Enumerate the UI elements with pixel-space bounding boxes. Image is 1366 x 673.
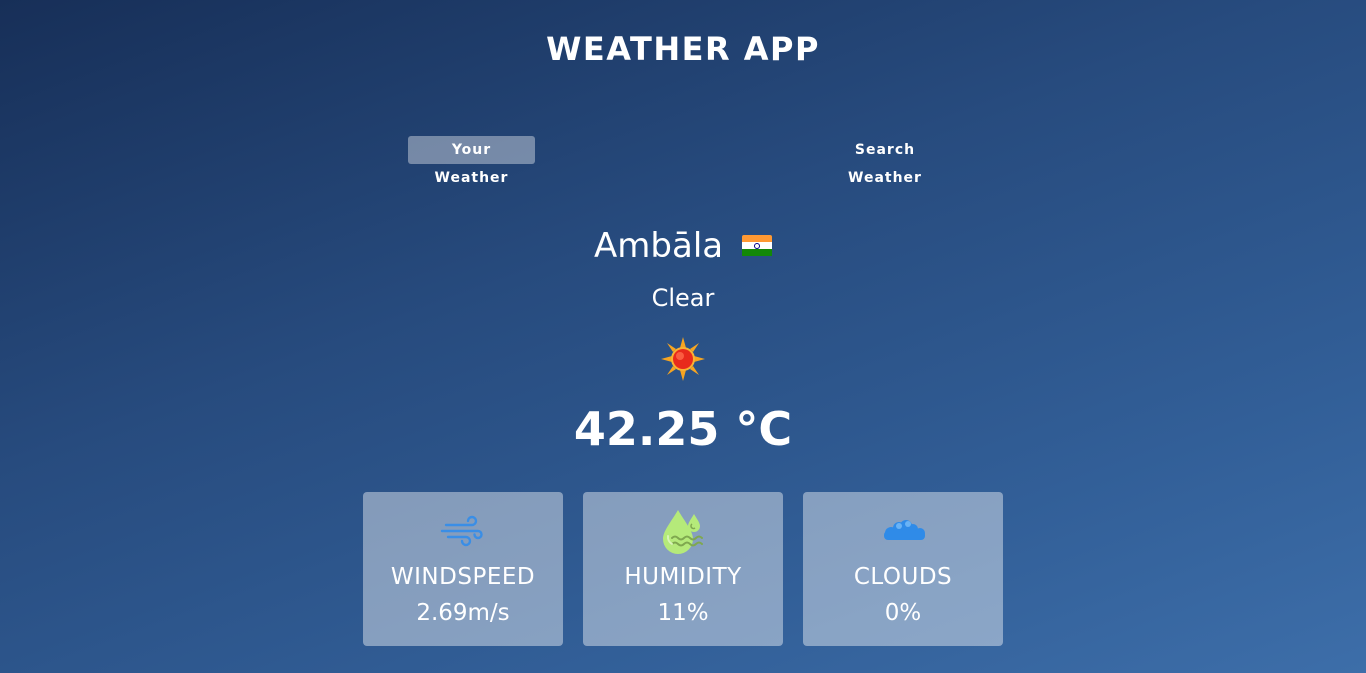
tab-search-weather[interactable]: Search Weather [812, 136, 958, 186]
humidity-label: HUMIDITY [624, 564, 742, 590]
clouds-label: CLOUDS [853, 564, 953, 590]
weather-condition: Clear [651, 284, 715, 312]
windspeed-label: WINDSPEED [390, 564, 536, 590]
city-row: Ambāla [0, 226, 1366, 266]
humidity-card: HUMIDITY 11% [583, 492, 783, 646]
app-title: WEATHER APP [546, 30, 820, 68]
clouds-value: 0% [884, 600, 922, 626]
clouds-card: CLOUDS 0% [803, 492, 1003, 646]
windspeed-value: 2.69m/s [416, 600, 510, 626]
humidity-icon [663, 510, 703, 554]
humidity-value: 11% [657, 600, 709, 626]
india-flag-icon [741, 234, 772, 257]
cloud-icon [884, 520, 925, 540]
city-name: Ambāla [594, 226, 724, 266]
windspeed-card: WINDSPEED 2.69m/s [363, 492, 563, 646]
sun-icon [661, 337, 705, 381]
tab-your-weather[interactable]: Your Weather [408, 136, 535, 186]
wind-icon [440, 515, 483, 547]
temperature: 42.25 °C [573, 402, 793, 456]
